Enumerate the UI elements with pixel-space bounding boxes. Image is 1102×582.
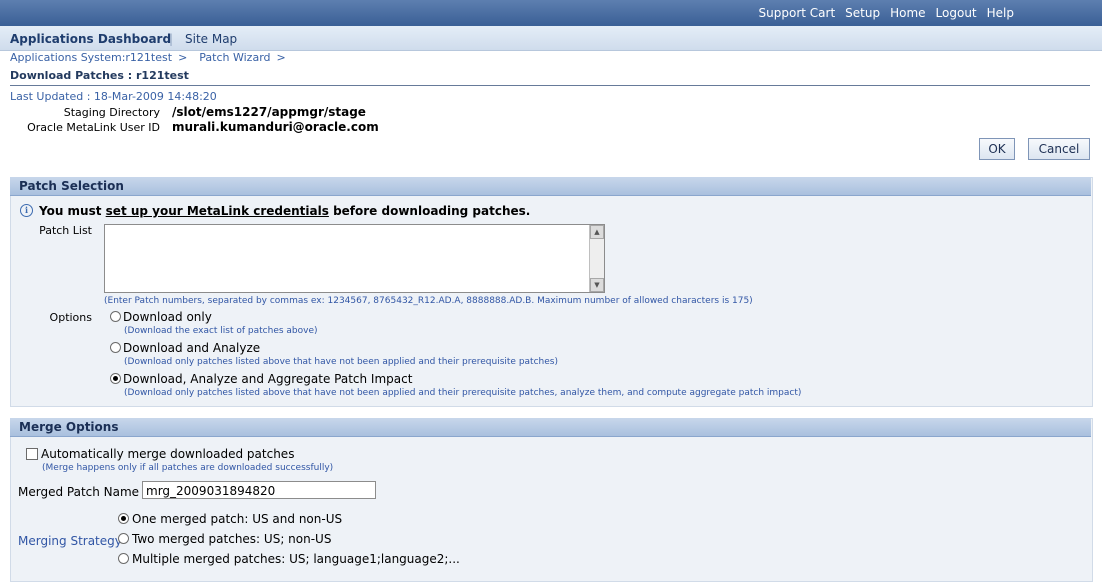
- cancel-button[interactable]: Cancel: [1028, 138, 1090, 160]
- global-links: Support Cart Setup Home Logout Help: [759, 6, 1014, 20]
- download-analyze-label: Download and Analyze: [123, 341, 261, 355]
- download-analyze-aggregate-radio[interactable]: [110, 373, 121, 384]
- patch-selection-header: Patch Selection: [10, 177, 1091, 196]
- multiple-merged-patches-radio[interactable]: [118, 553, 129, 564]
- breadcrumb-patch-wizard[interactable]: Patch Wizard: [199, 51, 270, 64]
- last-updated: Last Updated : 18-Mar-2009 14:48:20: [10, 90, 217, 103]
- merging-strategy-label: Merging Strategy: [18, 534, 122, 548]
- merged-patch-name-input[interactable]: mrg_2009031894820: [142, 481, 376, 499]
- breadcrumb-arrow: >: [178, 51, 188, 64]
- download-analyze-hint: (Download only patches listed above that…: [124, 357, 558, 367]
- one-merged-patch-label: One merged patch: US and non-US: [132, 512, 343, 526]
- download-only-radio[interactable]: [110, 311, 121, 322]
- breadcrumb: Applications System:r121test > Patch Wiz…: [10, 51, 292, 64]
- download-analyze-aggregate-label: Download, Analyze and Aggregate Patch Im…: [123, 372, 413, 386]
- two-merged-patches-label: Two merged patches: US; non-US: [132, 532, 332, 546]
- breadcrumb-arrow: >: [276, 51, 286, 64]
- metalink-user-label: Oracle MetaLink User ID: [27, 121, 160, 134]
- staging-directory-value: /slot/ems1227/appmgr/stage: [172, 105, 366, 119]
- staging-directory-label: Staging Directory: [63, 106, 160, 119]
- title-divider: [10, 85, 1090, 86]
- help-link[interactable]: Help: [987, 6, 1014, 20]
- download-only-label: Download only: [123, 310, 212, 324]
- patch-selection-title: Patch Selection: [19, 179, 124, 193]
- site-map-link[interactable]: Site Map: [185, 32, 237, 46]
- message-text: You must: [39, 204, 106, 218]
- multiple-merged-patches-label: Multiple merged patches: US; language1;l…: [132, 552, 460, 566]
- auto-merge-label: Automatically merge downloaded patches: [41, 447, 295, 461]
- two-merged-patches-radio[interactable]: [118, 533, 129, 544]
- metalink-user-value: murali.kumanduri@oracle.com: [172, 120, 379, 134]
- applications-dashboard-tab[interactable]: Applications Dashboard: [10, 32, 171, 46]
- patch-list-label: Patch List: [39, 224, 92, 237]
- setup-link[interactable]: Setup: [845, 6, 880, 20]
- metalink-message: You must set up your MetaLink credential…: [39, 204, 530, 218]
- metalink-credentials-link[interactable]: set up your MetaLink credentials: [106, 204, 329, 218]
- nav-separator: |: [169, 32, 174, 46]
- download-analyze-aggregate-hint: (Download only patches listed above that…: [124, 388, 802, 398]
- logout-link[interactable]: Logout: [936, 6, 977, 20]
- merge-options-title: Merge Options: [19, 420, 119, 434]
- patch-list-hint: (Enter Patch numbers, separated by comma…: [104, 296, 753, 306]
- primary-nav: Applications Dashboard | Site Map: [0, 26, 1102, 51]
- global-header: Support Cart Setup Home Logout Help: [0, 0, 1102, 26]
- home-link[interactable]: Home: [890, 6, 925, 20]
- patch-list-scrollbar[interactable]: ▲ ▼: [589, 225, 604, 292]
- scroll-up-icon[interactable]: ▲: [590, 225, 604, 239]
- auto-merge-hint: (Merge happens only if all patches are d…: [42, 463, 334, 473]
- merge-options-header: Merge Options: [10, 418, 1091, 437]
- one-merged-patch-radio[interactable]: [118, 513, 129, 524]
- patch-list-textarea[interactable]: ▲ ▼: [104, 224, 605, 293]
- merged-patch-name-label: Merged Patch Name: [18, 485, 140, 499]
- support-cart-link[interactable]: Support Cart: [759, 6, 836, 20]
- info-icon: i: [20, 204, 33, 217]
- message-text: before downloading patches.: [328, 204, 531, 218]
- page-title: Download Patches : r121test: [10, 69, 189, 82]
- scroll-down-icon[interactable]: ▼: [590, 278, 604, 292]
- download-only-hint: (Download the exact list of patches abov…: [124, 326, 318, 336]
- ok-button[interactable]: OK: [979, 138, 1015, 160]
- options-label: Options: [49, 311, 92, 324]
- download-analyze-radio[interactable]: [110, 342, 121, 353]
- breadcrumb-applications-system[interactable]: Applications System:r121test: [10, 51, 172, 64]
- auto-merge-checkbox[interactable]: [26, 448, 38, 460]
